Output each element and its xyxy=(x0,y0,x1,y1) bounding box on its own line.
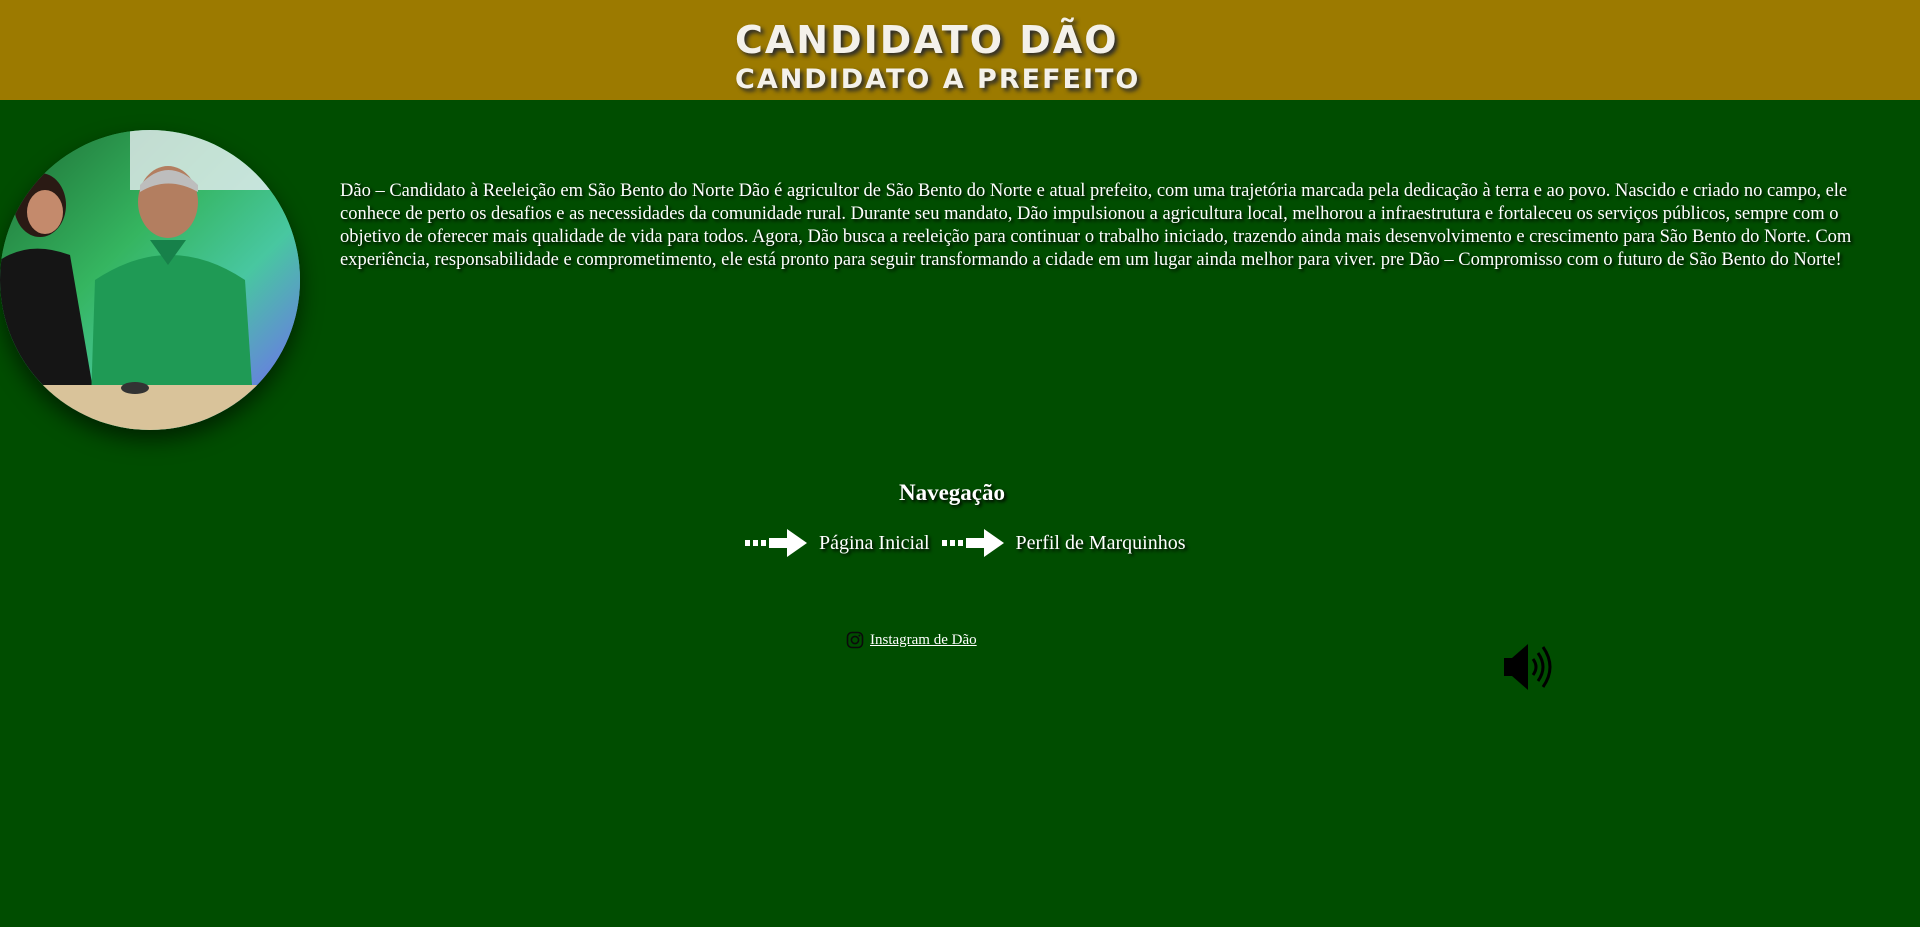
navigation-menu: Página Inicial Perfil de Marquinhos xyxy=(745,527,1198,559)
instagram-link[interactable]: Instagram de Dão xyxy=(870,632,977,649)
nav-link-marquinhos-profile[interactable]: Perfil de Marquinhos xyxy=(941,527,1186,559)
page-title: CANDIDATO DÃO xyxy=(735,18,1119,62)
instagram-link-row: Instagram de Dão xyxy=(846,631,977,649)
page-subtitle: CANDIDATO A PREFEITO xyxy=(735,64,1141,95)
page-header: CANDIDATO DÃO CANDIDATO A PREFEITO xyxy=(0,0,1920,100)
speaker-icon[interactable] xyxy=(1500,640,1558,694)
candidate-photo xyxy=(0,130,300,430)
candidate-bio: Dão – Candidato à Reeleição em São Bento… xyxy=(340,181,1852,270)
nav-link-marquinhos-label: Perfil de Marquinhos xyxy=(1015,531,1186,554)
nav-link-home[interactable]: Página Inicial xyxy=(745,527,930,559)
instagram-icon xyxy=(846,631,864,649)
nav-link-home-label: Página Inicial xyxy=(819,531,930,554)
arrow-right-icon xyxy=(941,529,1004,557)
arrow-right-icon xyxy=(745,529,807,557)
navigation-heading: Navegação xyxy=(898,480,1006,505)
